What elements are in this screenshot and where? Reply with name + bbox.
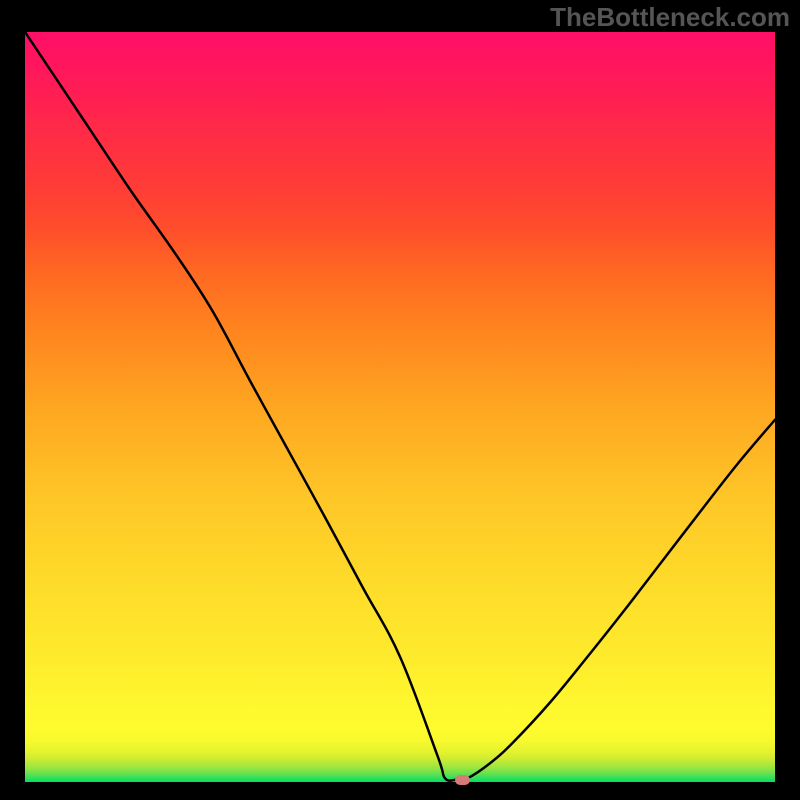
curve-svg (25, 32, 775, 782)
bottleneck-curve (25, 32, 775, 781)
optimum-marker (455, 775, 470, 785)
chart-area (25, 32, 775, 782)
watermark-text: TheBottleneck.com (550, 2, 790, 33)
